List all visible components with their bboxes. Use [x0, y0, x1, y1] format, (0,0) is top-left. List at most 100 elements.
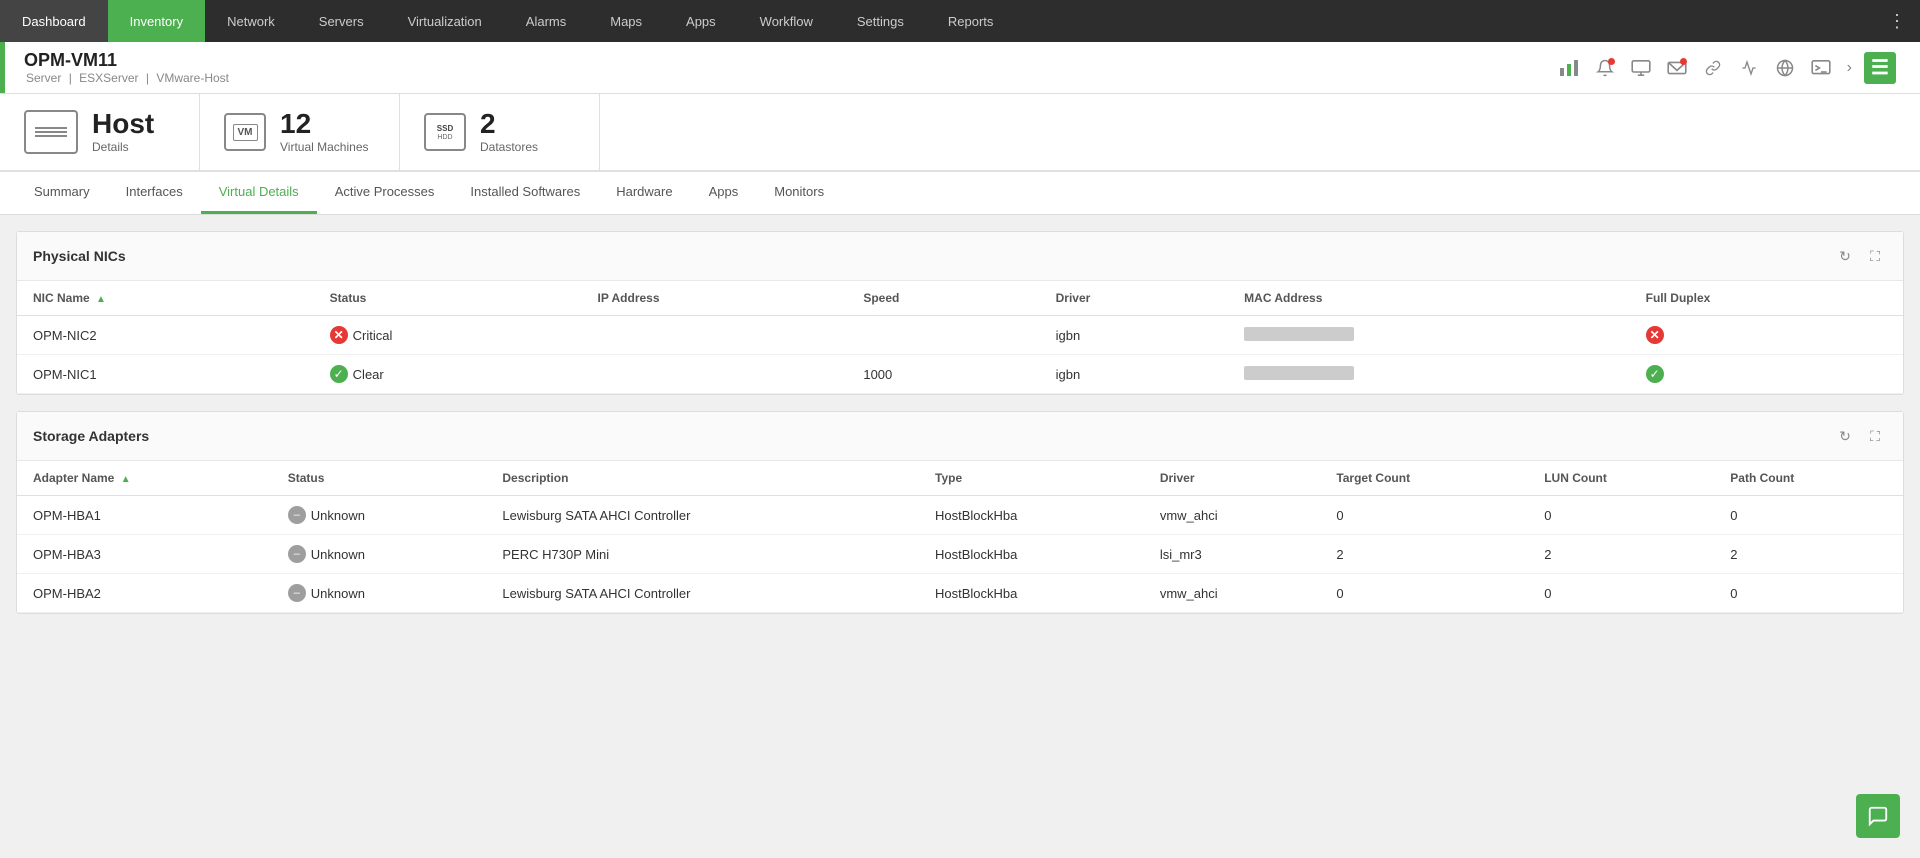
- alert-icon[interactable]: [1591, 54, 1619, 82]
- col-adapter-desc: Description: [486, 461, 919, 496]
- nav-workflow[interactable]: Workflow: [738, 0, 835, 42]
- host-card[interactable]: Host Details: [0, 94, 200, 170]
- vm-label: Virtual Machines: [280, 140, 369, 154]
- adapter-status-cell: – Unknown: [272, 574, 487, 613]
- storage-adapters-section: Storage Adapters ↻ ⛶ Adapter Name ▲ Stat…: [16, 411, 1904, 614]
- physical-nics-actions: ↻ ⛶: [1833, 244, 1887, 268]
- nav-maps[interactable]: Maps: [588, 0, 664, 42]
- tab-interfaces[interactable]: Interfaces: [108, 172, 201, 214]
- col-adapter-name: Adapter Name ▲: [17, 461, 272, 496]
- graph-icon[interactable]: [1735, 54, 1763, 82]
- chevron-right-icon[interactable]: ›: [1843, 55, 1856, 81]
- tab-monitors[interactable]: Monitors: [756, 172, 842, 214]
- nic-name-cell: OPM-NIC1: [17, 355, 314, 394]
- col-nic-speed: Speed: [847, 281, 1039, 316]
- terminal-icon[interactable]: [1807, 54, 1835, 82]
- ds-count: 2: [480, 110, 538, 138]
- expand-nics-button[interactable]: ⛶: [1863, 244, 1887, 268]
- storage-adapters-header-row: Adapter Name ▲ Status Description Type D…: [17, 461, 1903, 496]
- adapter-type-cell: HostBlockHba: [919, 496, 1144, 535]
- chat-fab-button[interactable]: [1856, 794, 1900, 838]
- full-duplex-true: ✓: [1646, 365, 1664, 383]
- col-adapter-status: Status: [272, 461, 487, 496]
- vm-card[interactable]: VM 12 Virtual Machines: [200, 94, 400, 170]
- host-label: Host: [92, 110, 154, 138]
- nav-servers[interactable]: Servers: [297, 0, 386, 42]
- nic-ip-cell: [582, 316, 848, 355]
- col-nic-duplex: Full Duplex: [1630, 281, 1903, 316]
- adapter-lun-cell: 0: [1528, 496, 1714, 535]
- datastore-card[interactable]: SSD HDD 2 Datastores: [400, 94, 600, 170]
- display-icon[interactable]: [1627, 54, 1655, 82]
- nav-network[interactable]: Network: [205, 0, 297, 42]
- nav-virtualization[interactable]: Virtualization: [386, 0, 504, 42]
- table-row: OPM-HBA2 – Unknown Lewisburg SATA AHCI C…: [17, 574, 1903, 613]
- refresh-nics-button[interactable]: ↻: [1833, 244, 1857, 268]
- adapter-desc-cell: Lewisburg SATA AHCI Controller: [486, 574, 919, 613]
- col-nic-name: NIC Name ▲: [17, 281, 314, 316]
- nic-driver-cell: igbn: [1040, 355, 1229, 394]
- summary-cards: Host Details VM 12 Virtual Machines SSD …: [0, 94, 1920, 172]
- status-unknown: – Unknown: [288, 506, 365, 524]
- breadcrumb-toolbar: › ☰: [1555, 52, 1896, 84]
- ds-label: Datastores: [480, 140, 538, 154]
- vm-count: 12: [280, 110, 369, 138]
- col-nic-mac: MAC Address: [1228, 281, 1629, 316]
- breadcrumb-vmware-host: VMware-Host: [156, 71, 229, 85]
- adapter-driver-cell: vmw_ahci: [1144, 574, 1321, 613]
- link-icon[interactable]: [1699, 54, 1727, 82]
- storage-adapters-title: Storage Adapters: [33, 428, 1833, 444]
- full-duplex-false: ✕: [1646, 326, 1664, 344]
- nic-speed-cell: [847, 316, 1039, 355]
- nav-apps[interactable]: Apps: [664, 0, 738, 42]
- tab-virtual-details[interactable]: Virtual Details: [201, 172, 317, 214]
- nav-more-button[interactable]: ⋮: [1874, 0, 1920, 42]
- col-adapter-lun: LUN Count: [1528, 461, 1714, 496]
- adapter-name-cell: OPM-HBA3: [17, 535, 272, 574]
- adapter-status-cell: – Unknown: [272, 535, 487, 574]
- nav-inventory[interactable]: Inventory: [108, 0, 205, 42]
- storage-adapters-header: Storage Adapters ↻ ⛶: [17, 412, 1903, 461]
- tab-hardware[interactable]: Hardware: [598, 172, 690, 214]
- adapter-type-cell: HostBlockHba: [919, 535, 1144, 574]
- table-row: OPM-NIC1 ✓ Clear 1000 igbn ✓: [17, 355, 1903, 394]
- nav-alarms[interactable]: Alarms: [504, 0, 588, 42]
- adapter-lun-cell: 2: [1528, 535, 1714, 574]
- adapter-target-cell: 0: [1320, 574, 1528, 613]
- adapter-desc-cell: Lewisburg SATA AHCI Controller: [486, 496, 919, 535]
- green-accent-bar: [0, 42, 5, 93]
- page-title: OPM-VM11: [24, 50, 223, 71]
- adapter-path-cell: 2: [1714, 535, 1903, 574]
- menu-icon[interactable]: ☰: [1864, 52, 1896, 84]
- tab-apps[interactable]: Apps: [691, 172, 757, 214]
- globe-icon[interactable]: [1771, 54, 1799, 82]
- col-adapter-path: Path Count: [1714, 461, 1903, 496]
- expand-storage-button[interactable]: ⛶: [1863, 424, 1887, 448]
- col-nic-driver: Driver: [1040, 281, 1229, 316]
- email-icon[interactable]: [1663, 54, 1691, 82]
- adapter-target-cell: 2: [1320, 535, 1528, 574]
- unknown-dot: –: [288, 545, 306, 563]
- tab-installed-softwares[interactable]: Installed Softwares: [452, 172, 598, 214]
- adapter-status-cell: – Unknown: [272, 496, 487, 535]
- nav-dashboard[interactable]: Dashboard: [0, 0, 108, 42]
- nic-ip-cell: [582, 355, 848, 394]
- chart-icon[interactable]: [1555, 54, 1583, 82]
- breadcrumb-esxserver: ESXServer: [79, 71, 138, 85]
- adapter-lun-cell: 0: [1528, 574, 1714, 613]
- nic-driver-cell: igbn: [1040, 316, 1229, 355]
- nic-duplex-cell: ✕: [1630, 316, 1903, 355]
- refresh-storage-button[interactable]: ↻: [1833, 424, 1857, 448]
- host-icon: [24, 110, 78, 154]
- datastore-icon: SSD HDD: [424, 113, 466, 151]
- col-adapter-type: Type: [919, 461, 1144, 496]
- tab-active-processes[interactable]: Active Processes: [317, 172, 453, 214]
- tab-summary[interactable]: Summary: [16, 172, 108, 214]
- breadcrumb-bar: OPM-VM11 Server | ESXServer | VMware-Hos…: [0, 42, 1920, 94]
- status-clear: ✓ Clear: [330, 365, 384, 383]
- nav-reports[interactable]: Reports: [926, 0, 1016, 42]
- status-unknown: – Unknown: [288, 584, 365, 602]
- nav-settings[interactable]: Settings: [835, 0, 926, 42]
- mac-address-value: [1244, 366, 1354, 380]
- breadcrumb: Server | ESXServer | VMware-Host: [24, 71, 231, 85]
